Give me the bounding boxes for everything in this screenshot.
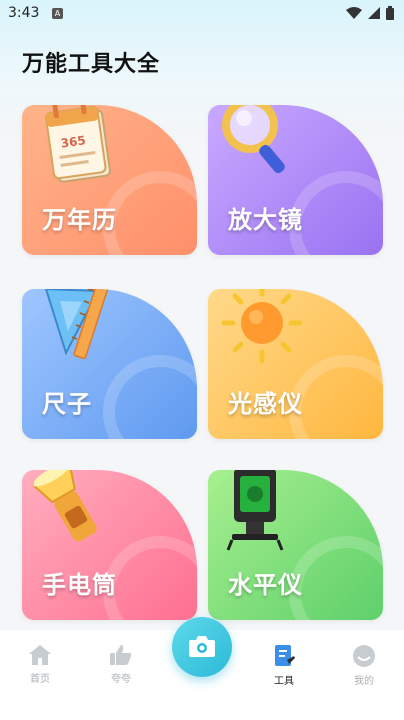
notification-icon: A bbox=[52, 8, 63, 19]
camera-icon bbox=[189, 636, 215, 657]
tool-label-calendar: 万年历 bbox=[42, 206, 117, 234]
tool-label-magnifier: 放大镜 bbox=[228, 206, 303, 234]
nav-item-praise[interactable]: 夸夸 bbox=[91, 644, 151, 685]
tool-label-flashlight: 手电筒 bbox=[42, 571, 117, 599]
card-decoration bbox=[289, 536, 383, 620]
tool-card-ruler[interactable]: 尺子 bbox=[22, 289, 197, 439]
nav-label-praise: 夸夸 bbox=[111, 674, 131, 685]
thumbs-up-icon bbox=[110, 645, 132, 665]
signal-icon bbox=[368, 7, 380, 19]
tool-card-light-sensor[interactable]: 光感仪 bbox=[208, 289, 383, 439]
nav-label-home: 首页 bbox=[30, 674, 50, 685]
wifi-icon bbox=[346, 7, 362, 19]
battery-icon bbox=[386, 6, 394, 20]
card-decoration bbox=[103, 355, 197, 439]
calendar-icon: 365 bbox=[45, 105, 111, 183]
status-bar: 3:43 A bbox=[0, 0, 404, 28]
tool-label-light-sensor: 光感仪 bbox=[228, 390, 303, 418]
magnifier-icon bbox=[222, 105, 285, 174]
status-time: 3:43 bbox=[8, 5, 40, 21]
camera-button[interactable] bbox=[172, 617, 232, 677]
tool-label-level: 水平仪 bbox=[228, 571, 303, 599]
nav-item-profile[interactable]: 我的 bbox=[334, 644, 394, 687]
page-title: 万能工具大全 bbox=[22, 52, 161, 77]
nav-item-home[interactable]: 首页 bbox=[10, 644, 70, 685]
card-decoration bbox=[103, 536, 197, 620]
nav-label-tools: 工具 bbox=[274, 676, 294, 687]
home-indicator bbox=[0, 712, 404, 720]
tool-card-flashlight[interactable]: 手电筒 bbox=[22, 470, 197, 620]
nav-label-profile: 我的 bbox=[354, 676, 374, 687]
sun-icon bbox=[221, 289, 303, 364]
laser-level-icon bbox=[226, 470, 284, 551]
status-icons bbox=[346, 6, 394, 20]
card-decoration bbox=[289, 355, 383, 439]
tool-card-level[interactable]: 水平仪 bbox=[208, 470, 383, 620]
profile-icon bbox=[353, 645, 375, 667]
ruler-icon bbox=[44, 289, 111, 360]
nav-item-tools[interactable]: 工具 bbox=[254, 644, 314, 687]
tools-icon bbox=[275, 645, 295, 666]
flashlight-icon bbox=[34, 470, 97, 542]
home-icon bbox=[29, 645, 51, 665]
tool-label-ruler: 尺子 bbox=[42, 390, 92, 418]
